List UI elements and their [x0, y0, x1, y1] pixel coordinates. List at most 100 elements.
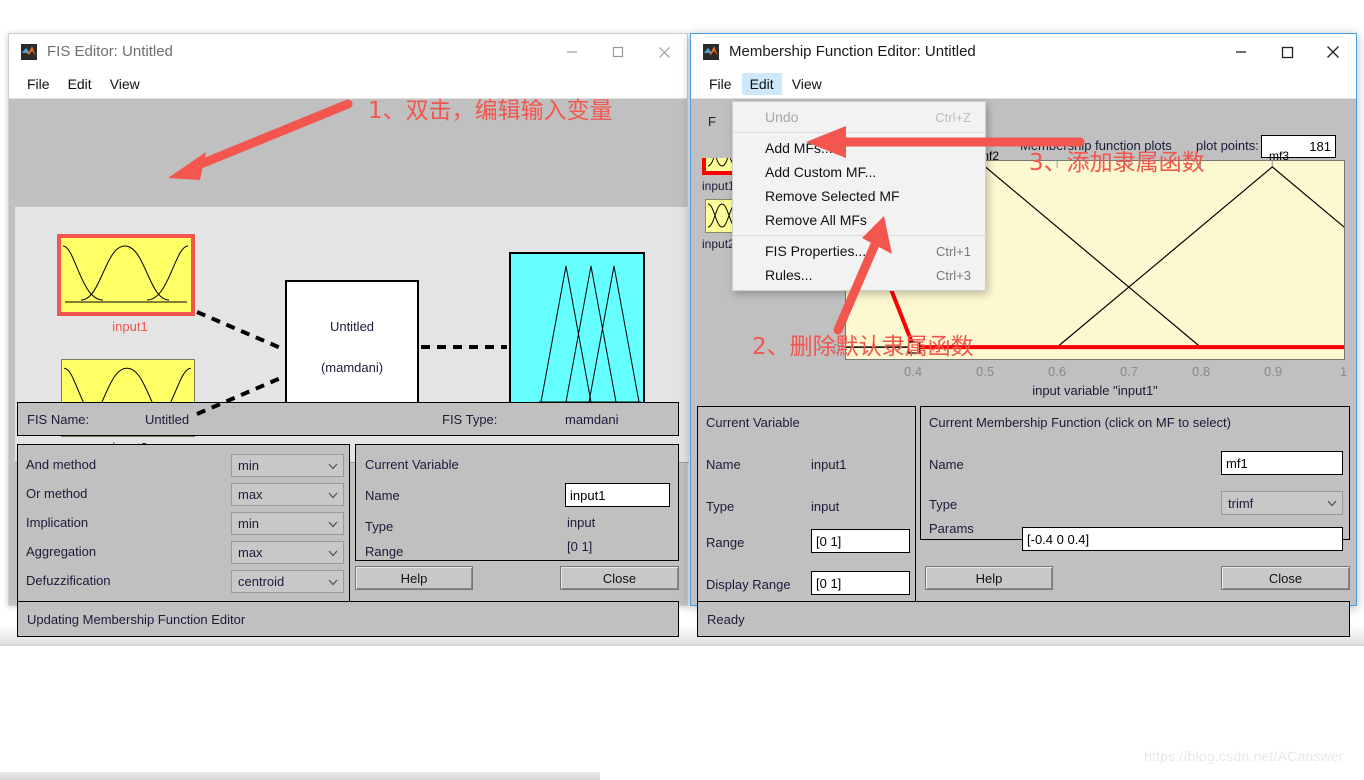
mf-status-bar: Ready [697, 601, 1350, 637]
x-tick-5: 0.9 [1264, 364, 1283, 379]
mf-cv-range-label: Range [706, 535, 745, 550]
aggregation-select[interactable]: max [231, 541, 344, 564]
chevron-down-icon [328, 521, 338, 527]
fis-system-type: (mamdani) [320, 360, 384, 375]
mf-cv-heading: Current Variable [706, 415, 800, 430]
menu-item-fis-properties[interactable]: FIS Properties... Ctrl+1 [733, 239, 985, 263]
menu-item-remove-all-mfs[interactable]: Remove All MFs [733, 208, 985, 232]
menu-item-fis-properties-accel: Ctrl+1 [935, 243, 971, 259]
menu-file[interactable]: File [19, 73, 58, 95]
cv-range-value: [0 1] [567, 539, 593, 554]
annotation-3-text: 3、添加隶属函数 [1029, 150, 1205, 176]
mf-current-variable-panel: Current Variable Name input1 Type input … [697, 406, 916, 609]
mf-cmf-type-select[interactable]: trimf [1221, 491, 1343, 515]
defuzzification-select[interactable]: centroid [231, 570, 344, 593]
menu-item-remove-selected-mf[interactable]: Remove Selected MF [733, 184, 985, 208]
fis-close-button[interactable]: Close [560, 566, 679, 590]
menu-item-add-custom-mf[interactable]: Add Custom MF... [733, 160, 985, 184]
fis-name-label: FIS Name: [27, 412, 90, 427]
fis-system-box[interactable]: Untitled (mamdani) [285, 280, 419, 414]
watermark: https://blog.csdn.net/ACanswer [1144, 748, 1344, 764]
minimize-icon[interactable] [1218, 34, 1264, 70]
cv-name-input[interactable]: input1 [565, 483, 670, 507]
menu-item-undo-label: Undo [765, 109, 799, 125]
mf-cmf-name-input[interactable]: mf1 [1221, 451, 1343, 475]
fis-system-name: Untitled [329, 319, 375, 334]
close-icon[interactable] [1310, 34, 1356, 70]
implication-select[interactable]: min [231, 512, 344, 535]
fis-name-value: Untitled [145, 412, 190, 427]
mf-window-buttons[interactable] [1218, 34, 1356, 70]
fis-status-bar: Updating Membership Function Editor [17, 601, 679, 637]
mf-cmf-params-label: Params [929, 521, 974, 536]
fis-var-output1[interactable] [509, 252, 645, 414]
fis-titlebar[interactable]: FIS Editor: Untitled [9, 34, 687, 70]
maximize-icon[interactable] [595, 34, 641, 70]
and-method-select[interactable]: min [231, 454, 344, 477]
fis-methods-panel: And method Or method Implication Aggrega… [17, 444, 350, 609]
fis-help-button[interactable]: Help [355, 566, 473, 590]
maximize-icon[interactable] [1264, 34, 1310, 70]
fis-current-variable-panel: Current Variable Name Type Range input1 … [355, 444, 679, 561]
mf-cmf-heading: Current Membership Function (click on MF… [929, 415, 1231, 430]
menu-edit[interactable]: Edit [741, 73, 782, 95]
mf-menubar[interactable]: File Edit View [691, 70, 1356, 99]
mf-xaxis-title: input variable "input1" [1032, 383, 1158, 398]
matlab-icon [703, 44, 719, 60]
cv-range-label: Range [365, 544, 404, 559]
fis-var-input1[interactable] [57, 234, 195, 316]
x-tick-0: 0.4 [904, 364, 923, 379]
or-method-select[interactable]: max [231, 483, 344, 506]
menu-view[interactable]: View [784, 73, 830, 95]
mf-close-button[interactable]: Close [1221, 566, 1350, 590]
mf-cv-name-label: Name [706, 457, 741, 472]
fis-window-title: FIS Editor: Untitled [47, 43, 173, 60]
mf-cmf-name-label: Name [929, 457, 964, 472]
menu-item-remove-all-mfs-label: Remove All MFs [765, 212, 867, 228]
x-tick-2: 0.6 [1048, 364, 1067, 379]
mf-thumbnail-output1 [539, 265, 641, 403]
mf-titlebar[interactable]: Membership Function Editor: Untitled [691, 34, 1356, 70]
mf-status-text: Ready [707, 612, 745, 627]
annotation-2-text: 2、删除默认隶属函数 [752, 334, 974, 360]
fis-window-buttons[interactable] [549, 34, 687, 70]
mf-cv-display-range-input[interactable]: [0 1] [811, 571, 910, 595]
edit-dropdown-menu[interactable]: Undo Ctrl+Z Add MFs... Add Custom MF... … [732, 101, 986, 291]
mf-cv-name-value: input1 [811, 457, 847, 472]
mf-cv-range-input[interactable]: [0 1] [811, 529, 910, 553]
menu-item-rules-accel: Ctrl+3 [935, 267, 971, 283]
mf-cv-display-range-label: Display Range [706, 577, 791, 592]
mf-cmf-params-input[interactable]: [-0.4 0 0.4] [1022, 527, 1343, 551]
menu-item-undo-accel: Ctrl+Z [935, 109, 971, 125]
menu-item-add-mfs[interactable]: Add MFs... [733, 136, 985, 160]
mf-palette-caption: F [708, 114, 716, 129]
and-method-label: And method [26, 457, 97, 472]
menu-item-undo[interactable]: Undo Ctrl+Z [733, 105, 985, 129]
menu-item-remove-selected-mf-label: Remove Selected MF [765, 188, 900, 204]
close-icon[interactable] [641, 34, 687, 70]
chevron-down-icon [328, 579, 338, 585]
menu-item-fis-properties-label: FIS Properties... [765, 243, 867, 259]
mf-window-title: Membership Function Editor: Untitled [729, 43, 976, 60]
cv-name-label: Name [365, 488, 400, 503]
fis-status-text: Updating Membership Function Editor [27, 612, 246, 627]
fis-info-bar: FIS Name: Untitled FIS Type: mamdani [17, 402, 679, 436]
fis-type-label: FIS Type: [442, 412, 498, 427]
menu-file[interactable]: File [701, 73, 740, 95]
mf-cmf-type-label: Type [929, 497, 958, 512]
mf-cv-type-value: input [811, 499, 840, 514]
plot-points-label: plot points: [1196, 138, 1259, 153]
aggregation-label: Aggregation [26, 544, 97, 559]
chevron-down-icon [328, 463, 338, 469]
annotation-1-text: 1、双击，编辑输入变量 [368, 98, 613, 124]
x-tick-3: 0.7 [1120, 364, 1139, 379]
fis-var-label-input1: input1 [112, 319, 148, 334]
menu-edit[interactable]: Edit [60, 73, 100, 95]
mf-thumbnail-input1 [62, 245, 189, 303]
menu-view[interactable]: View [102, 73, 148, 95]
fis-type-value: mamdani [565, 412, 619, 427]
minimize-icon[interactable] [549, 34, 595, 70]
mf-help-button[interactable]: Help [925, 566, 1053, 590]
menu-item-rules-label: Rules... [765, 267, 813, 283]
menu-item-rules[interactable]: Rules... Ctrl+3 [733, 263, 985, 287]
